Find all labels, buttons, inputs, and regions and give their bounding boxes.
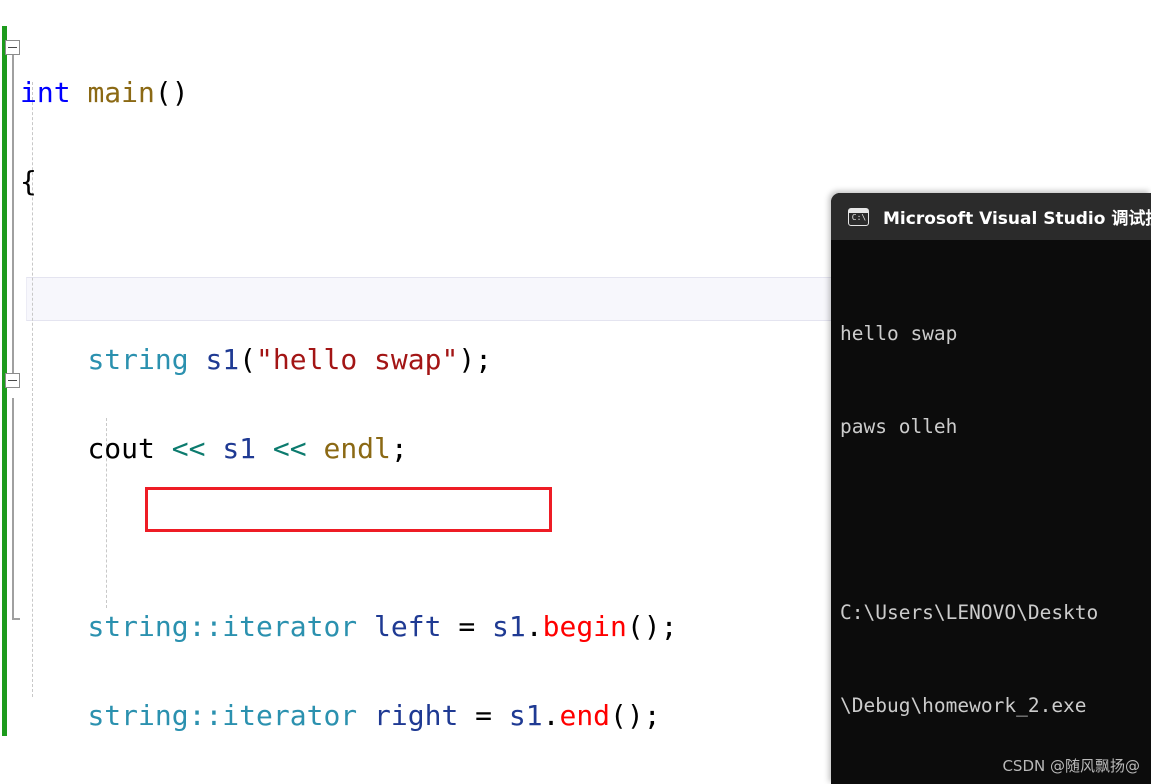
- token-endl: endl: [323, 431, 391, 465]
- console-line-5: \Debug\homework_2.exe: [840, 694, 1087, 717]
- code-line-6-blank: [20, 516, 677, 561]
- code-line-8: string::iterator right = s1.end();: [87, 698, 661, 732]
- console-titlebar[interactable]: C:\ Microsoft Visual Studio 调试控: [831, 193, 1151, 240]
- command-prompt-icon-label: C:\: [851, 212, 867, 222]
- token-begin: begin: [542, 609, 627, 643]
- fold-rail-inner: [12, 398, 14, 620]
- collapse-minus-icon-function[interactable]: [5, 40, 20, 55]
- token-s1: s1: [492, 609, 526, 643]
- token-s1: s1: [205, 342, 240, 376]
- token-end: end: [559, 698, 611, 732]
- fold-rail-outer: [12, 52, 14, 382]
- token-paren-open: (: [154, 75, 172, 109]
- code-line-3-blank: [20, 249, 677, 294]
- token-s1: s1: [508, 698, 543, 732]
- code-text[interactable]: int main() { string s1("hello swap"); co…: [20, 26, 677, 784]
- debug-console-window[interactable]: C:\ Microsoft Visual Studio 调试控 hello sw…: [831, 193, 1151, 784]
- token-left: left: [374, 609, 442, 643]
- token-brace-open: {: [20, 164, 37, 198]
- code-line-4: string s1("hello swap");: [87, 342, 493, 376]
- token-string-iterator: string::iterator: [87, 698, 358, 732]
- token-shift-left: <<: [272, 431, 307, 465]
- code-line-7: string::iterator left = s1.begin();: [87, 609, 678, 643]
- token-string-literal: "hello swap": [256, 342, 459, 376]
- token-assign: =: [458, 609, 476, 643]
- console-line-4: C:\Users\LENOVO\Deskto: [840, 601, 1099, 624]
- token-s1: s1: [222, 431, 257, 465]
- csdn-watermark: CSDN @随风飘扬@: [1002, 757, 1140, 775]
- console-output: hello swap paws olleh C:\Users\LENOVO\De…: [831, 240, 1151, 784]
- token-shift-left: <<: [171, 431, 206, 465]
- token-paren-close: ): [171, 75, 189, 109]
- console-window-title: Microsoft Visual Studio 调试控: [883, 209, 1151, 229]
- console-line-3-blank: [840, 504, 1151, 535]
- fold-rail-end-tick: [12, 618, 20, 620]
- command-prompt-icon: C:\: [848, 207, 869, 226]
- token-assign: =: [475, 698, 493, 732]
- console-line-1: hello swap: [840, 322, 958, 345]
- token-string-type: string: [87, 342, 189, 376]
- code-line-5: cout << s1 << endl;: [87, 431, 408, 465]
- token-main: main: [87, 75, 155, 109]
- code-line-2: {: [20, 160, 677, 205]
- token-string-iterator: string::iterator: [87, 609, 358, 643]
- collapse-minus-icon-while[interactable]: [5, 373, 20, 388]
- token-int: int: [20, 75, 71, 109]
- token-right: right: [374, 698, 459, 732]
- screenshot-root: int main() { string s1("hello swap"); co…: [0, 0, 1151, 784]
- console-line-2: paws olleh: [840, 415, 958, 438]
- token-cout: cout: [87, 431, 155, 465]
- code-line-1: int main(): [20, 71, 677, 116]
